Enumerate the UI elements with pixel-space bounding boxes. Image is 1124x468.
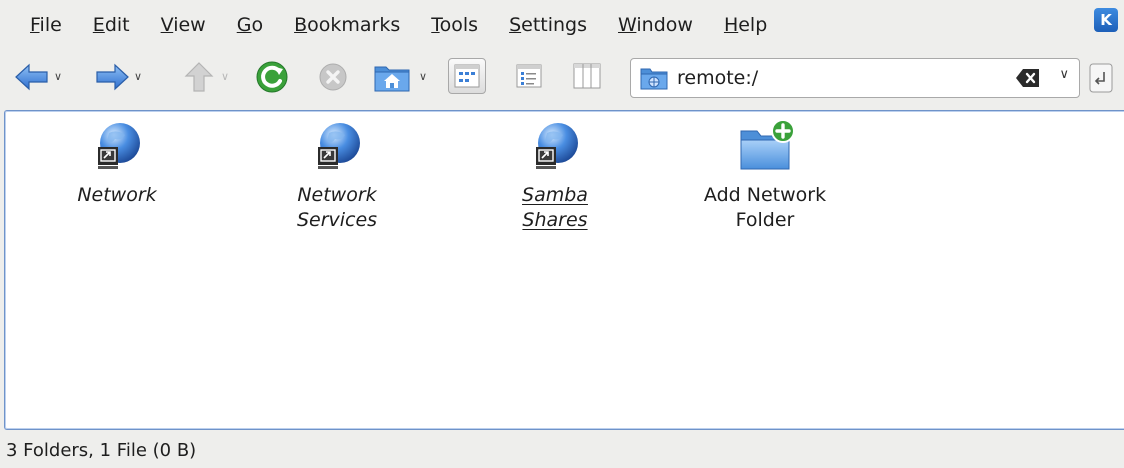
file-item-label: Network Services [296, 184, 378, 231]
menu-file-rest: ile [39, 14, 62, 36]
menu-file[interactable]: File [30, 10, 62, 40]
file-item-network-services[interactable]: Network Services [267, 117, 407, 233]
menu-settings-rest: ettings [521, 14, 588, 36]
home-button[interactable] [370, 56, 414, 98]
back-history-dropdown[interactable]: ∨ [51, 64, 65, 88]
location-bar[interactable]: ∨ [630, 58, 1080, 98]
menu-bar: File Edit View Go Bookmarks Tools Settin… [0, 0, 1124, 50]
menu-tools[interactable]: Tools [431, 10, 478, 40]
columns-view-button[interactable] [568, 58, 606, 94]
columns-view-icon [573, 63, 601, 89]
menu-edit-rest: dit [104, 14, 130, 36]
details-view-icon [516, 64, 542, 88]
icons-view-button[interactable] [448, 58, 486, 94]
forward-button[interactable] [94, 56, 130, 98]
go-button[interactable] [1086, 62, 1116, 94]
details-view-button[interactable] [510, 58, 548, 94]
menu-view[interactable]: View [161, 10, 206, 40]
file-item-add-network-folder[interactable]: Add Network Folder [695, 117, 835, 233]
file-item-label: Add Network Folder [703, 184, 827, 231]
menu-view-mnemonic: V [160, 14, 174, 36]
file-item-label: Network [77, 184, 157, 206]
menu-window-rest: indow [636, 14, 693, 36]
menu-go-mnemonic: G [236, 14, 252, 36]
menu-edit[interactable]: Edit [93, 10, 130, 40]
menu-go[interactable]: Go [237, 10, 263, 40]
go-return-icon [1089, 63, 1113, 93]
network-globe-icon [536, 123, 578, 169]
menu-window[interactable]: Window [618, 10, 693, 40]
back-arrow-icon [15, 63, 48, 91]
reload-icon [256, 61, 288, 93]
file-view[interactable]: Network Network Services Samba Shares Ad… [4, 110, 1124, 430]
menu-window-mnemonic: W [618, 14, 637, 36]
menu-help-mnemonic: H [723, 14, 739, 36]
back-button[interactable] [14, 56, 50, 98]
up-button[interactable] [182, 56, 216, 98]
menu-help-rest: elp [738, 14, 768, 36]
menu-tools-rest: ools [439, 14, 479, 36]
location-input[interactable] [677, 62, 977, 94]
network-globe-icon [318, 123, 360, 169]
menu-settings-mnemonic: S [509, 14, 522, 36]
up-dropdown[interactable]: ∨ [218, 64, 232, 88]
menu-view-rest: iew [173, 14, 206, 36]
file-item-samba-shares[interactable]: Samba Shares [485, 117, 625, 233]
forward-history-dropdown[interactable]: ∨ [131, 64, 145, 88]
home-dropdown[interactable]: ∨ [416, 64, 430, 88]
stop-button[interactable] [316, 56, 350, 98]
location-history-dropdown[interactable]: ∨ [1059, 67, 1069, 82]
menu-tools-mnemonic: T [431, 14, 440, 36]
reload-button[interactable] [254, 56, 290, 98]
clear-location-icon[interactable] [1015, 68, 1041, 88]
menu-go-rest: o [251, 14, 264, 36]
stop-icon [319, 63, 347, 91]
menu-edit-mnemonic: E [92, 14, 105, 36]
icons-view-icon [454, 64, 480, 88]
up-arrow-icon [184, 62, 214, 92]
menu-bookmarks-mnemonic: B [294, 14, 308, 36]
status-bar: 3 Folders, 1 File (0 B) [0, 432, 1124, 468]
network-globe-icon [98, 123, 140, 169]
menu-settings[interactable]: Settings [509, 10, 587, 40]
forward-arrow-icon [96, 63, 129, 91]
file-item-network[interactable]: Network [47, 117, 187, 208]
kde-logo-icon: K [1094, 8, 1118, 32]
remote-folder-icon [640, 68, 668, 90]
status-text: 3 Folders, 1 File (0 B) [6, 439, 197, 461]
menu-bookmarks-rest: ookmarks [307, 14, 401, 36]
menu-file-mnemonic: F [30, 14, 40, 36]
menu-bookmarks[interactable]: Bookmarks [294, 10, 400, 40]
menu-help[interactable]: Help [724, 10, 767, 40]
home-folder-icon [374, 66, 410, 92]
file-item-label: Samba Shares [522, 184, 588, 231]
add-folder-icon [740, 119, 795, 170]
